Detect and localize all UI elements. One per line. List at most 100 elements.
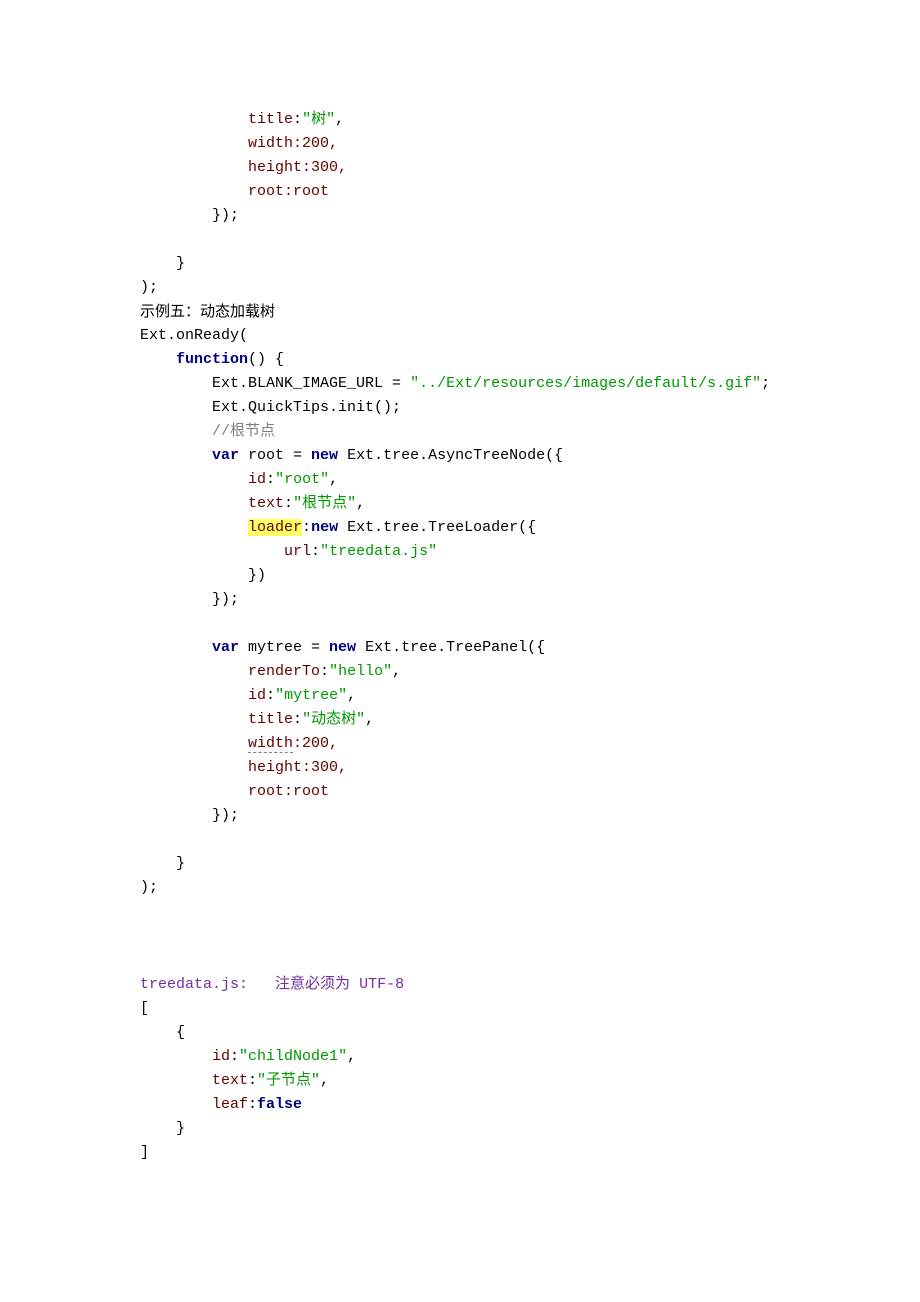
keyword-new: new [311, 519, 338, 536]
prop-width-underlined: width [248, 735, 293, 753]
colon: : [284, 495, 293, 512]
code-line: width:200, [140, 132, 920, 156]
code-line: var root = new Ext.tree.AsyncTreeNode({ [140, 444, 920, 468]
comma: , [329, 471, 338, 488]
code-line: id:"childNode1", [140, 1045, 920, 1069]
brace-close: } [176, 855, 185, 872]
blank-line [140, 612, 920, 636]
comma: , [347, 687, 356, 704]
code-line: }); [140, 204, 920, 228]
comma: , [356, 495, 365, 512]
code-line: id:"mytree", [140, 684, 920, 708]
colon: : [230, 1048, 239, 1065]
prop-url: url [284, 543, 311, 560]
keyword-var: var [212, 447, 239, 464]
note-filename: treedata.js: [140, 976, 248, 993]
code-line: title:"动态树", [140, 708, 920, 732]
code-line: Ext.onReady( [140, 324, 920, 348]
code-line: var mytree = new Ext.tree.TreePanel({ [140, 636, 920, 660]
heading-example5: 示例五：动态加载树 [140, 300, 920, 324]
keyword-var: var [212, 639, 239, 656]
code-line: }) [140, 564, 920, 588]
code-line: } [140, 1117, 920, 1141]
prop-title: title [248, 111, 293, 128]
code-line: root:root [140, 780, 920, 804]
prop-loader-highlight: loader [248, 519, 302, 536]
brace-close: } [176, 255, 185, 272]
note-text: 注意必须为 [275, 976, 350, 992]
code-line: ); [140, 276, 920, 300]
string-literal: "树" [302, 111, 335, 128]
string-literal: "根节点" [293, 495, 356, 512]
string-literal: "hello" [329, 663, 392, 680]
code-line: } [140, 252, 920, 276]
brace-close: }) [248, 567, 266, 584]
string-literal: "子节点" [257, 1072, 320, 1089]
code-line: leaf:false [140, 1093, 920, 1117]
comment: //根节点 [212, 423, 275, 440]
text: Ext.BLANK_IMAGE_URL = [212, 375, 410, 392]
colon: : [266, 687, 275, 704]
code-line: //根节点 [140, 420, 920, 444]
text: Ext.tree.TreePanel({ [356, 639, 545, 656]
colon: : [248, 1096, 257, 1113]
string-literal: "动态树" [302, 711, 365, 728]
string-literal: "root" [275, 471, 329, 488]
code-line: url:"treedata.js" [140, 540, 920, 564]
code-line: }); [140, 804, 920, 828]
code-line: ] [140, 1141, 920, 1165]
prop-id: id [212, 1048, 230, 1065]
prop-id: id [248, 687, 266, 704]
code-line: [ [140, 997, 920, 1021]
prop-width: width:200, [248, 135, 338, 152]
code-line: width:200, [140, 732, 920, 756]
code-line: loader:new Ext.tree.TreeLoader({ [140, 516, 920, 540]
blank-line [140, 828, 920, 852]
code-line: height:300, [140, 756, 920, 780]
colon: : [311, 543, 320, 560]
blank-line [140, 228, 920, 252]
paren-close: ); [140, 879, 158, 896]
string-literal: "childNode1" [239, 1048, 347, 1065]
comma: , [347, 1048, 356, 1065]
semicolon: ; [761, 375, 770, 392]
colon: : [266, 471, 275, 488]
code-line: } [140, 852, 920, 876]
text: root = [239, 447, 311, 464]
code-line: id:"root", [140, 468, 920, 492]
prop-id: id [248, 471, 266, 488]
prop-height: height:300, [248, 159, 347, 176]
string-literal: "mytree" [275, 687, 347, 704]
prop-root: root:root [248, 183, 329, 200]
prop-renderto: renderTo [248, 663, 320, 680]
code-document: title:"树", width:200, height:300, root:r… [0, 0, 920, 1302]
text: Ext.QuickTips.init(); [212, 399, 401, 416]
code-line: { [140, 1021, 920, 1045]
code-line: text:"根节点", [140, 492, 920, 516]
text: mytree = [239, 639, 329, 656]
code-line: text:"子节点", [140, 1069, 920, 1093]
text: () { [248, 351, 284, 368]
note-encoding: UTF-8 [359, 976, 404, 993]
code-line: Ext.QuickTips.init(); [140, 396, 920, 420]
code-line: title:"树", [140, 108, 920, 132]
code-line: renderTo:"hello", [140, 660, 920, 684]
prop-title: title [248, 711, 293, 728]
prop-leaf: leaf [212, 1096, 248, 1113]
prop-text: text [212, 1072, 248, 1089]
code-line: }); [140, 588, 920, 612]
text: Ext.tree.AsyncTreeNode({ [338, 447, 563, 464]
colon: : [320, 663, 329, 680]
code-line: Ext.BLANK_IMAGE_URL = "../Ext/resources/… [140, 372, 920, 396]
blank-line [140, 948, 920, 972]
brace-close: }); [212, 591, 239, 608]
colon: : [293, 111, 302, 128]
treedata-note: treedata.js: 注意必须为 UTF-8 [140, 972, 920, 997]
keyword-new: new [311, 447, 338, 464]
string-literal: "../Ext/resources/images/default/s.gif" [410, 375, 761, 392]
blank-line [140, 900, 920, 924]
comma: , [335, 111, 344, 128]
keyword-function: function [176, 351, 248, 368]
colon: : [248, 1072, 257, 1089]
code-line: root:root [140, 180, 920, 204]
